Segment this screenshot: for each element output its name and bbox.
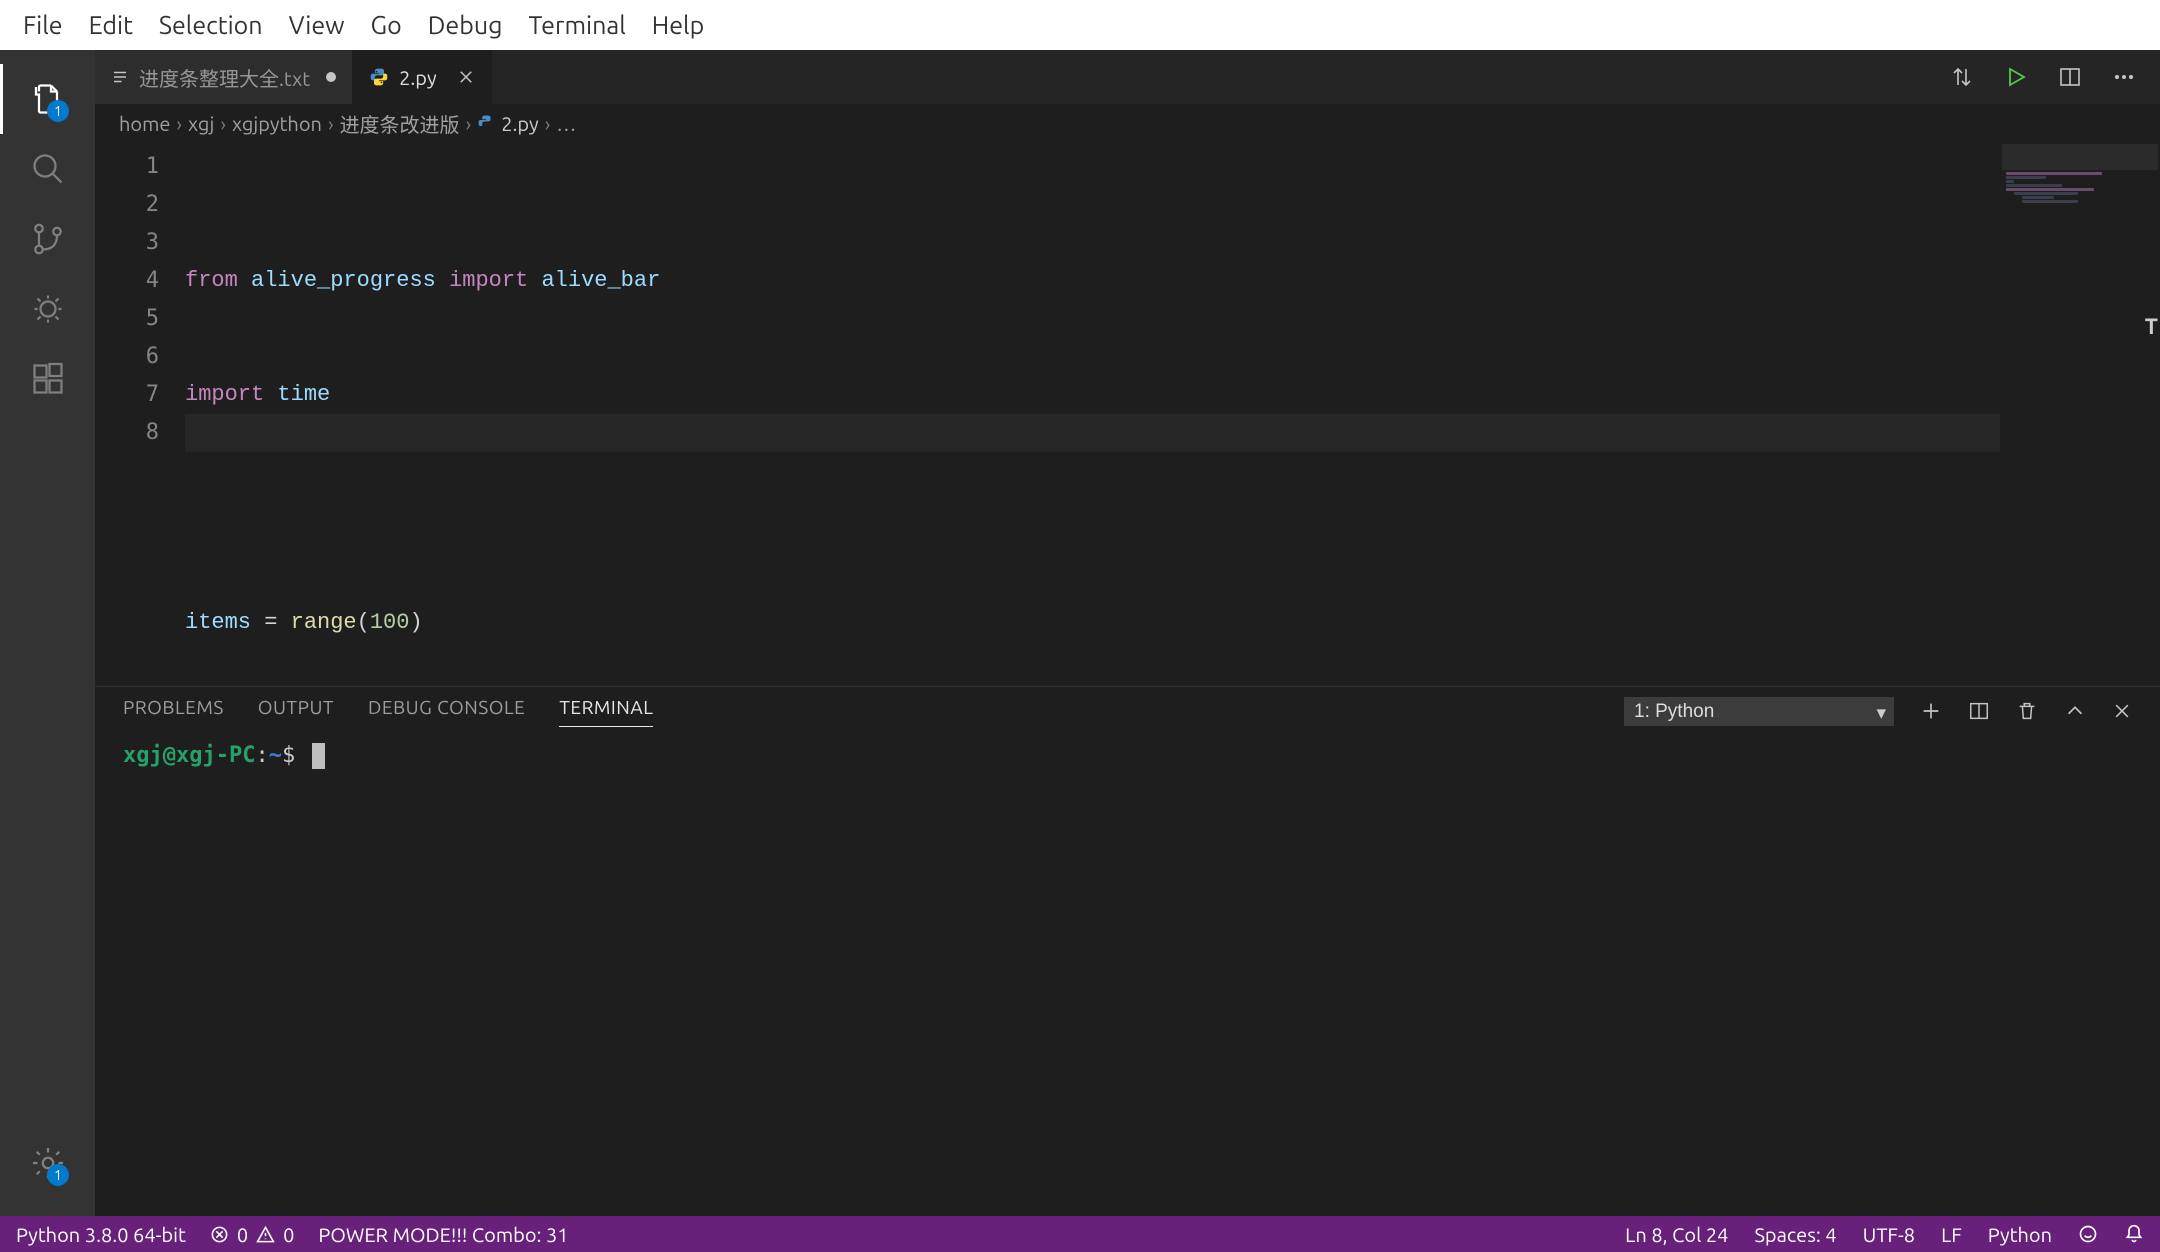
tab-txt-file[interactable]: 进度条整理大全.txt	[95, 50, 353, 104]
breadcrumb-seg[interactable]: home	[119, 112, 170, 135]
menu-go[interactable]: Go	[358, 11, 415, 39]
extensions-icon[interactable]	[0, 344, 95, 414]
tab-bar: 进度条整理大全.txt 2.py	[95, 50, 2160, 104]
breadcrumb-seg[interactable]: 进度条改进版	[340, 109, 460, 138]
terminal-path: ~	[269, 743, 282, 768]
menu-file[interactable]: File	[10, 11, 76, 39]
line-number-gutter: 12 34 56 78	[95, 142, 185, 686]
status-power-mode[interactable]: POWER MODE!!! Combo: 31	[318, 1223, 568, 1246]
terminal-selector[interactable]: 1: Python	[1624, 697, 1894, 726]
explorer-badge: 1	[47, 100, 69, 122]
run-icon[interactable]	[2004, 65, 2028, 89]
compare-changes-icon[interactable]	[1950, 65, 1974, 89]
status-bar: Python 3.8.0 64-bit 0 0 POWER MODE!!! Co…	[0, 1216, 2160, 1252]
notifications-icon[interactable]	[2124, 1224, 2144, 1244]
tab-label: 2.py	[399, 66, 437, 89]
menubar: File Edit Selection View Go Debug Termin…	[0, 0, 2160, 50]
activity-bar: 1 1	[0, 50, 95, 1216]
tab-label: 进度条整理大全.txt	[139, 63, 310, 92]
settings-badge: 1	[47, 1164, 69, 1186]
panel-tab-debug-console[interactable]: DEBUG CONSOLE	[368, 696, 525, 726]
breadcrumb-file[interactable]: 2.py	[501, 112, 539, 135]
new-terminal-icon[interactable]	[1920, 700, 1942, 722]
breadcrumb-tail[interactable]: …	[556, 112, 576, 135]
status-language-mode[interactable]: Python	[1988, 1223, 2052, 1246]
kill-terminal-icon[interactable]	[2016, 700, 2038, 722]
breadcrumb-seg[interactable]: xgj	[188, 112, 214, 135]
python-file-icon	[369, 67, 389, 87]
terminal[interactable]: xgj@xgj-PC:~$	[95, 735, 2160, 1216]
breadcrumb-seg[interactable]: xgjpython	[232, 112, 322, 135]
menu-edit[interactable]: Edit	[76, 11, 146, 39]
more-actions-icon[interactable]	[2112, 65, 2136, 89]
close-panel-icon[interactable]	[2112, 701, 2132, 721]
menu-debug[interactable]: Debug	[415, 11, 516, 39]
status-eol[interactable]: LF	[1941, 1223, 1962, 1246]
text-file-icon	[111, 68, 129, 86]
feedback-icon[interactable]	[2078, 1224, 2098, 1244]
python-file-icon	[477, 114, 495, 132]
status-problems[interactable]: 0 0	[210, 1223, 295, 1246]
side-marker: T	[2145, 314, 2158, 339]
code-area[interactable]: from alive_progress import alive_bar imp…	[185, 142, 2160, 686]
status-python-interpreter[interactable]: Python 3.8.0 64-bit	[16, 1223, 186, 1246]
maximize-panel-icon[interactable]	[2064, 700, 2086, 722]
debug-icon[interactable]	[0, 274, 95, 344]
menu-view[interactable]: View	[276, 11, 358, 39]
terminal-cursor-icon	[312, 743, 325, 769]
tab-python-file[interactable]: 2.py	[353, 50, 492, 104]
panel-tab-terminal[interactable]: TERMINAL	[559, 696, 653, 727]
breadcrumb[interactable]: home› xgj› xgjpython› 进度条改进版› 2.py› …	[95, 104, 2160, 142]
status-indentation[interactable]: Spaces: 4	[1754, 1223, 1836, 1246]
close-icon[interactable]	[457, 68, 475, 86]
dirty-indicator-icon	[326, 72, 336, 82]
source-control-icon[interactable]	[0, 204, 95, 274]
menu-selection[interactable]: Selection	[146, 11, 276, 39]
split-editor-icon[interactable]	[2058, 65, 2082, 89]
panel-tab-problems[interactable]: PROBLEMS	[123, 696, 224, 726]
status-cursor-position[interactable]: Ln 8, Col 24	[1625, 1223, 1728, 1246]
editor[interactable]: 12 34 56 78 from alive_progress import a…	[95, 142, 2160, 686]
panel: PROBLEMS OUTPUT DEBUG CONSOLE TERMINAL 1…	[95, 686, 2160, 1216]
panel-tab-output[interactable]: OUTPUT	[258, 696, 334, 726]
explorer-icon[interactable]: 1	[0, 64, 95, 134]
search-icon[interactable]	[0, 134, 95, 204]
settings-gear-icon[interactable]: 1	[0, 1128, 95, 1198]
split-terminal-icon[interactable]	[1968, 700, 1990, 722]
menu-terminal[interactable]: Terminal	[515, 11, 638, 39]
terminal-user: xgj@xgj-PC	[123, 743, 255, 768]
menu-help[interactable]: Help	[639, 11, 717, 39]
minimap[interactable]	[2000, 142, 2160, 686]
status-encoding[interactable]: UTF-8	[1863, 1223, 1915, 1246]
